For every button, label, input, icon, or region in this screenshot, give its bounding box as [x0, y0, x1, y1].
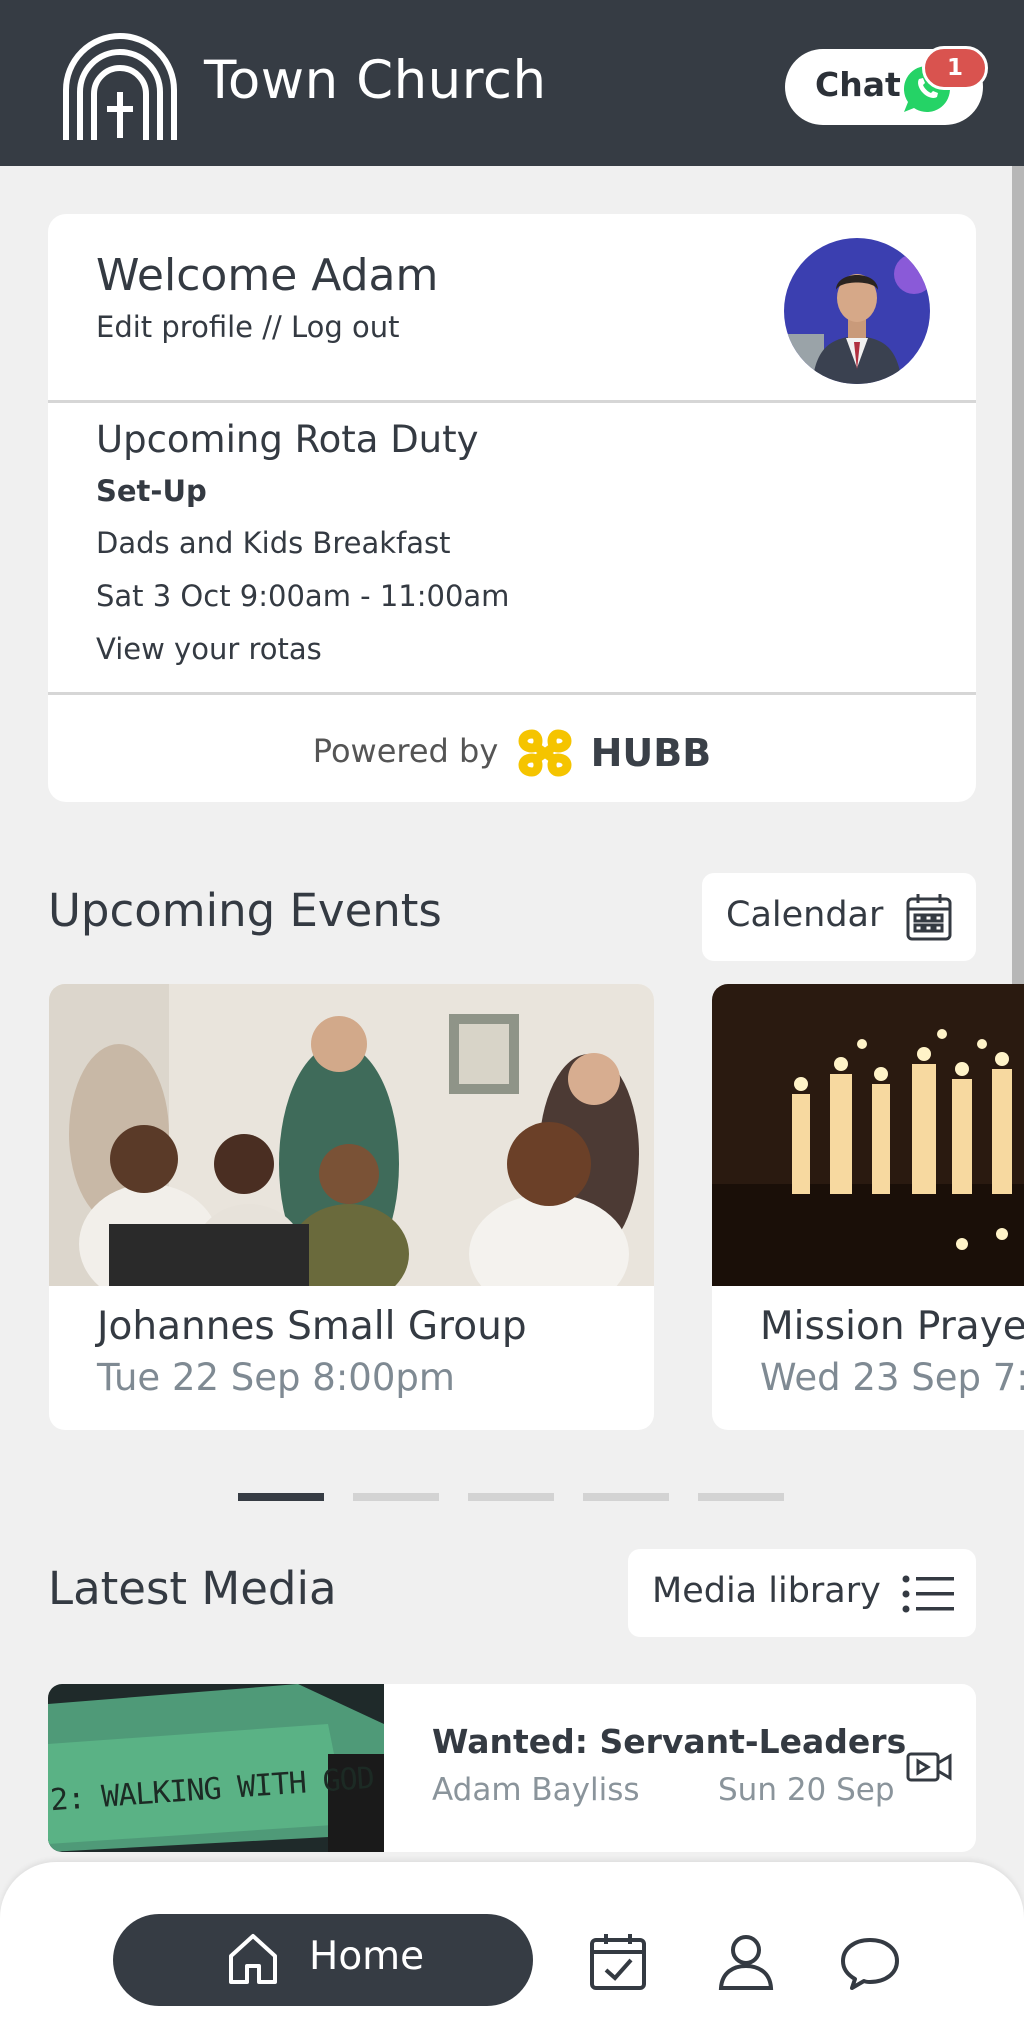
event-title: Johannes Small Group — [97, 1304, 527, 1349]
card-divider — [48, 400, 976, 403]
event-date: Wed 23 Sep 7:0 — [760, 1356, 1024, 1399]
rota-heading: Upcoming Rota Duty — [96, 418, 479, 461]
carousel-pager — [238, 1493, 786, 1501]
media-library-button[interactable]: Media library — [628, 1549, 976, 1637]
rota-event: Dads and Kids Breakfast — [96, 526, 451, 560]
avatar[interactable] — [784, 238, 930, 384]
pager-dot[interactable] — [583, 1493, 669, 1501]
nav-home-button[interactable]: Home — [113, 1914, 533, 2006]
video-icon — [906, 1752, 952, 1782]
welcome-title: Welcome Adam — [96, 250, 439, 301]
event-title: Mission Prayer — [760, 1304, 1024, 1349]
pager-dot[interactable] — [468, 1493, 554, 1501]
app-title: Town Church — [204, 50, 547, 111]
home-icon — [229, 1934, 277, 1984]
media-library-label: Media library — [652, 1571, 881, 1611]
rota-time: Sat 3 Oct 9:00am - 11:00am — [96, 579, 510, 613]
calendar-button[interactable]: Calendar — [702, 873, 976, 961]
welcome-card: Welcome Adam Edit profile // Log out Upc… — [48, 214, 976, 802]
view-rotas-link[interactable]: View your rotas — [96, 632, 322, 666]
nav-calendar-icon[interactable] — [588, 1932, 648, 1992]
nav-home-label: Home — [309, 1934, 425, 1979]
calendar-icon — [906, 894, 952, 941]
chat-unread-badge: 1 — [922, 46, 988, 90]
avatar-photo — [784, 238, 930, 384]
powered-by: Powered by HUBB — [48, 724, 976, 782]
list-icon — [902, 1575, 954, 1613]
chat-label: Chat — [815, 65, 901, 104]
calendar-label: Calendar — [726, 895, 884, 935]
media-item[interactable]: 2: WALKING WITH GOD Wanted: Servant-Lead… — [48, 1684, 976, 1852]
nav-chat-icon[interactable] — [840, 1932, 900, 1992]
card-divider — [48, 692, 976, 695]
event-image — [712, 984, 1024, 1286]
rota-role: Set-Up — [96, 474, 207, 508]
media-thumbnail: 2: WALKING WITH GOD — [48, 1684, 384, 1852]
hubb-logo-icon — [519, 729, 572, 777]
media-heading: Latest Media — [48, 1562, 337, 1615]
nav-profile-icon[interactable] — [716, 1932, 776, 1992]
pager-dot[interactable] — [238, 1493, 324, 1501]
bottom-nav: Home — [0, 1862, 1024, 2031]
app-header: Town Church Chat 1 — [0, 0, 1024, 166]
profile-links[interactable]: Edit profile // Log out — [96, 310, 399, 344]
media-date: Sun 20 Sep — [718, 1772, 895, 1808]
pager-dot[interactable] — [698, 1493, 784, 1501]
event-card[interactable]: Johannes Small Group Tue 22 Sep 8:00pm — [49, 984, 654, 1430]
event-image — [49, 984, 654, 1286]
hubb-brand: HUBB — [590, 731, 712, 775]
media-author: Adam Bayliss — [432, 1772, 640, 1808]
event-card[interactable]: Mission Prayer Wed 23 Sep 7:0 — [712, 984, 1024, 1430]
event-date: Tue 22 Sep 8:00pm — [97, 1356, 455, 1399]
church-logo-icon — [63, 33, 177, 140]
pager-dot[interactable] — [353, 1493, 439, 1501]
media-title: Wanted: Servant-Leaders — [432, 1722, 907, 1761]
events-heading: Upcoming Events — [48, 884, 442, 937]
powered-by-text: Powered by — [312, 732, 499, 770]
